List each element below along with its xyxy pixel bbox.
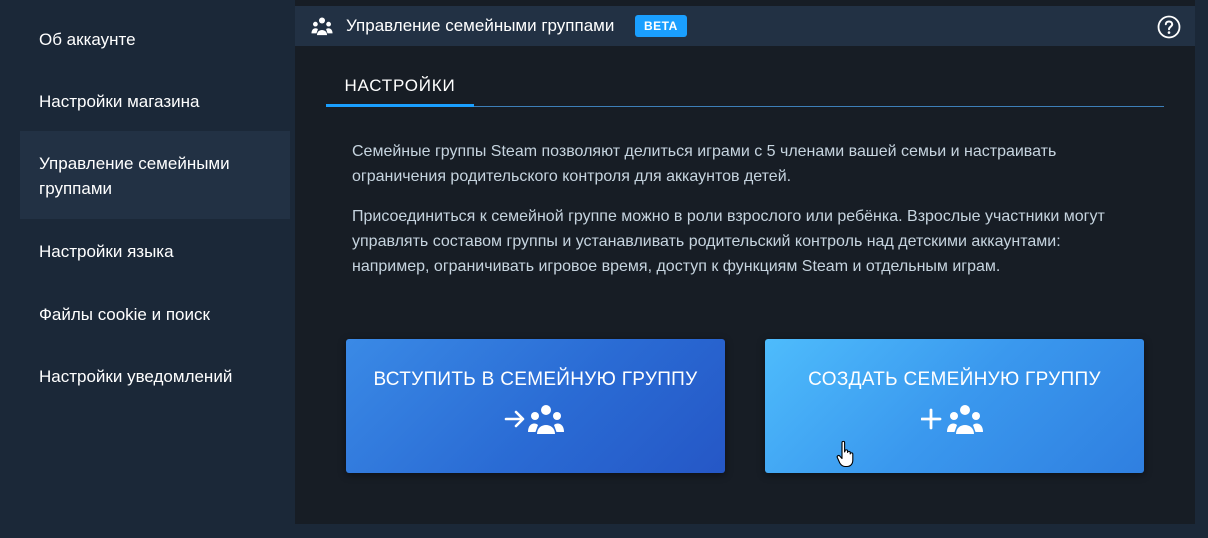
sidebar-item-family-groups[interactable]: Управление семейными группами [20, 131, 290, 219]
sidebar-item-label: Об аккаунте [39, 30, 136, 49]
sidebar-item-account[interactable]: Об аккаунте [20, 27, 290, 52]
sidebar-item-label: Файлы cookie и поиск [39, 305, 210, 324]
plus-create-group-icon [921, 405, 983, 434]
sidebar: Об аккаунте Настройки магазина Управлени… [0, 0, 295, 538]
arrow-join-group-icon [504, 405, 564, 434]
sidebar-item-language[interactable]: Настройки языка [20, 239, 290, 264]
join-family-group-button[interactable]: ВСТУПИТЬ В СЕМЕЙНУЮ ГРУППУ [346, 339, 725, 473]
sidebar-item-store-settings[interactable]: Настройки магазина [20, 89, 290, 114]
create-family-group-button[interactable]: СОЗДАТЬ СЕМЕЙНУЮ ГРУППУ [765, 339, 1144, 473]
app-root: Об аккаунте Настройки магазина Управлени… [0, 0, 1208, 538]
tab-settings[interactable]: НАСТРОЙКИ [326, 72, 474, 104]
sidebar-item-label: Настройки уведомлений [39, 367, 233, 386]
sidebar-item-cookies[interactable]: Файлы cookie и поиск [20, 302, 290, 327]
description-paragraph-2: Присоединиться к семейной группе можно в… [352, 208, 1105, 275]
beta-badge: BETA [635, 15, 687, 37]
main-panel: Управление семейными группами BETA НАСТР… [295, 0, 1195, 524]
sidebar-item-label: Настройки магазина [39, 92, 200, 111]
sidebar-item-label: Настройки языка [39, 242, 174, 261]
sidebar-item-label: Управление семейными группами [39, 154, 230, 198]
tab-label: НАСТРОЙКИ [344, 76, 456, 95]
panel-header: Управление семейными группами BETA [295, 6, 1195, 46]
join-button-label: ВСТУПИТЬ В СЕМЕЙНУЮ ГРУППУ [373, 369, 698, 390]
tab-divider [474, 106, 1164, 107]
page-title: Управление семейными группами [346, 16, 615, 35]
family-group-icon [311, 17, 333, 36]
hand-cursor-icon [836, 440, 854, 468]
create-button-label: СОЗДАТЬ СЕМЕЙНУЮ ГРУППУ [808, 369, 1101, 390]
help-circle-icon[interactable] [1157, 15, 1181, 39]
description-paragraph-1: Семейные группы Steam позволяют делиться… [352, 143, 1057, 185]
sidebar-item-notifications[interactable]: Настройки уведомлений [20, 364, 290, 389]
tab-active-indicator [326, 104, 474, 107]
